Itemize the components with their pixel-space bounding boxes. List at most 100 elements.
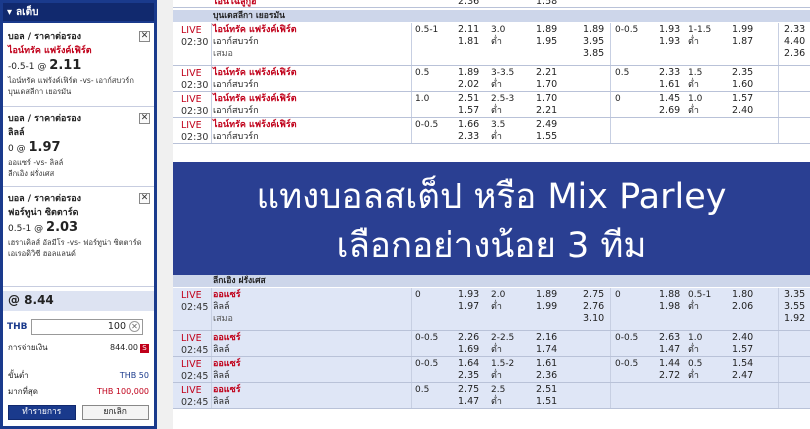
remove-bet-icon[interactable]: ✕ — [139, 113, 150, 124]
away-team[interactable]: ลิลล์ — [213, 344, 230, 356]
away-team[interactable]: เอาก์สบวร์ก — [213, 79, 259, 91]
odds-value[interactable]: 1.89 — [458, 67, 479, 79]
home-team[interactable]: ออแซร์ — [213, 332, 241, 344]
odds-value[interactable]: 2.69 — [659, 105, 680, 117]
odds-value[interactable]: 1.61 — [659, 79, 680, 91]
stake-input[interactable]: 100 ✕ — [31, 319, 143, 335]
odds-value[interactable]: 3.85 — [583, 48, 604, 60]
odds-value[interactable]: 1.70 — [536, 79, 557, 91]
odds-value[interactable]: 2.36 — [458, 0, 479, 8]
home-team[interactable]: ออแซร์ — [213, 289, 241, 301]
remove-bet-icon[interactable]: ✕ — [139, 31, 150, 42]
odds-value[interactable]: 1.97 — [458, 301, 479, 313]
odds-value[interactable]: 1.47 — [659, 344, 680, 356]
clear-stake-icon[interactable]: ✕ — [129, 321, 140, 332]
odds-value[interactable]: 1.55 — [536, 131, 557, 143]
odds-value[interactable]: 1.74 — [536, 344, 557, 356]
home-team[interactable]: ออแซร์ — [213, 384, 241, 396]
odds-value[interactable]: 1.87 — [732, 36, 753, 48]
odds-value[interactable]: 2.40 — [732, 105, 753, 117]
odds-value[interactable]: 2.36 — [784, 48, 805, 60]
odds-value[interactable]: 2.33 — [784, 24, 805, 36]
odds-value[interactable]: 2.75 — [583, 289, 604, 301]
away-team[interactable]: เอาก์สบวร์ก — [213, 36, 259, 48]
odds-value[interactable]: 2.75 — [458, 384, 479, 396]
odds-value[interactable]: 2.51 — [458, 93, 479, 105]
odds-value[interactable]: 1.89 — [583, 24, 604, 36]
odds-value[interactable]: 2.49 — [536, 119, 557, 131]
odds-value[interactable]: 2.35 — [458, 370, 479, 382]
stake-value: 100 — [107, 321, 126, 332]
odds-value[interactable]: 2.33 — [659, 67, 680, 79]
odds-value[interactable]: 2.02 — [458, 79, 479, 91]
odds-value[interactable]: 1.88 — [659, 289, 680, 301]
odds-value[interactable]: 3.95 — [583, 36, 604, 48]
odds-value[interactable]: 2.51 — [536, 384, 557, 396]
odds-value[interactable]: 1.99 — [732, 24, 753, 36]
odds-value[interactable]: 2.21 — [536, 105, 557, 117]
odds-value[interactable]: 1.64 — [458, 358, 479, 370]
odds-value[interactable]: 1.95 — [536, 36, 557, 48]
odds-value[interactable]: 1.92 — [784, 313, 805, 325]
odds-value[interactable]: 2.21 — [536, 67, 557, 79]
odds-value[interactable]: 1.45 — [659, 93, 680, 105]
away-team[interactable]: เอาก์สบวร์ก — [213, 131, 259, 143]
cancel-bet-button[interactable]: ยกเลิก — [81, 405, 149, 420]
odds-value[interactable]: 1.44 — [659, 358, 680, 370]
odds-value[interactable]: 1.89 — [536, 24, 557, 36]
odds-value[interactable]: 1.70 — [536, 93, 557, 105]
odds-value[interactable]: 1.58 — [536, 0, 557, 8]
odds-value[interactable]: 3.10 — [583, 313, 604, 325]
away-team[interactable]: เอาก์สบวร์ก — [213, 105, 259, 117]
odds-value[interactable]: 2.72 — [659, 370, 680, 382]
collapse-icon[interactable]: ▾ — [7, 7, 12, 18]
league-header[interactable]: ลีกเอิง ฝรั่งเศส — [173, 275, 810, 287]
home-team[interactable]: ไอน์ทรัค แฟร้งค์เฟิร์ต — [213, 24, 297, 36]
odds-value[interactable]: 1.57 — [458, 105, 479, 117]
home-team[interactable]: ไอน์ทรัค แฟร้งค์เฟิร์ต — [213, 93, 297, 105]
odds-value[interactable]: 1.54 — [732, 358, 753, 370]
odds-value[interactable]: 1.98 — [659, 301, 680, 313]
odds-value[interactable]: 2.35 — [732, 67, 753, 79]
odds-value[interactable]: 2.63 — [659, 332, 680, 344]
odds-value[interactable]: 1.93 — [659, 36, 680, 48]
odds-value[interactable]: 2.26 — [458, 332, 479, 344]
home-team[interactable]: ไอน์ทรัค แฟร้งค์เฟิร์ต — [213, 67, 297, 79]
bet-slip-header[interactable]: ▾ ลเต็บ — [3, 3, 154, 21]
odds-value[interactable]: 1.57 — [732, 344, 753, 356]
remove-bet-icon[interactable]: ✕ — [139, 193, 150, 204]
odds-value[interactable]: 1.93 — [659, 24, 680, 36]
home-team[interactable]: ไอน์ทรัค แฟร้งค์เฟิร์ต — [213, 119, 297, 131]
odds-value[interactable]: 2.36 — [536, 370, 557, 382]
home-team[interactable]: ออแซร์ — [213, 358, 241, 370]
odds-value[interactable]: 1.60 — [732, 79, 753, 91]
odds-value[interactable]: 1.47 — [458, 396, 479, 408]
odds-value[interactable]: 1.51 — [536, 396, 557, 408]
odds-value[interactable]: 1.66 — [458, 119, 479, 131]
odds-value[interactable]: 2.06 — [732, 301, 753, 313]
odds-value[interactable]: 2.33 — [458, 131, 479, 143]
odds-value[interactable]: 3.55 — [784, 301, 805, 313]
odds-value[interactable]: 2.16 — [536, 332, 557, 344]
bet-league: ลีกเอิง ฝรั่งเศส — [8, 169, 55, 178]
odds-value[interactable]: 1.81 — [458, 36, 479, 48]
away-team[interactable]: ลิลล์ — [213, 396, 230, 408]
away-team[interactable]: ลิลล์ — [213, 370, 230, 382]
odds-value[interactable]: 4.40 — [784, 36, 805, 48]
odds-value[interactable]: 2.47 — [732, 370, 753, 382]
home-team[interactable]: ไอน์โฉลูกูฮ — [213, 0, 257, 8]
odds-value[interactable]: 2.11 — [458, 24, 479, 36]
league-header[interactable]: บุนเดสลีกา เยอรมัน — [173, 10, 810, 22]
confirm-bet-button[interactable]: ทำรายการ — [8, 405, 76, 420]
odds-value[interactable]: 2.76 — [583, 301, 604, 313]
odds-value[interactable]: 1.89 — [536, 289, 557, 301]
odds-value[interactable]: 1.61 — [536, 358, 557, 370]
odds-value[interactable]: 2.40 — [732, 332, 753, 344]
odds-value[interactable]: 1.93 — [458, 289, 479, 301]
odds-value[interactable]: 1.69 — [458, 344, 479, 356]
away-team[interactable]: ลิลล์ — [213, 301, 230, 313]
odds-value[interactable]: 1.99 — [536, 301, 557, 313]
odds-value[interactable]: 3.35 — [784, 289, 805, 301]
odds-value[interactable]: 1.80 — [732, 289, 753, 301]
odds-value[interactable]: 1.57 — [732, 93, 753, 105]
